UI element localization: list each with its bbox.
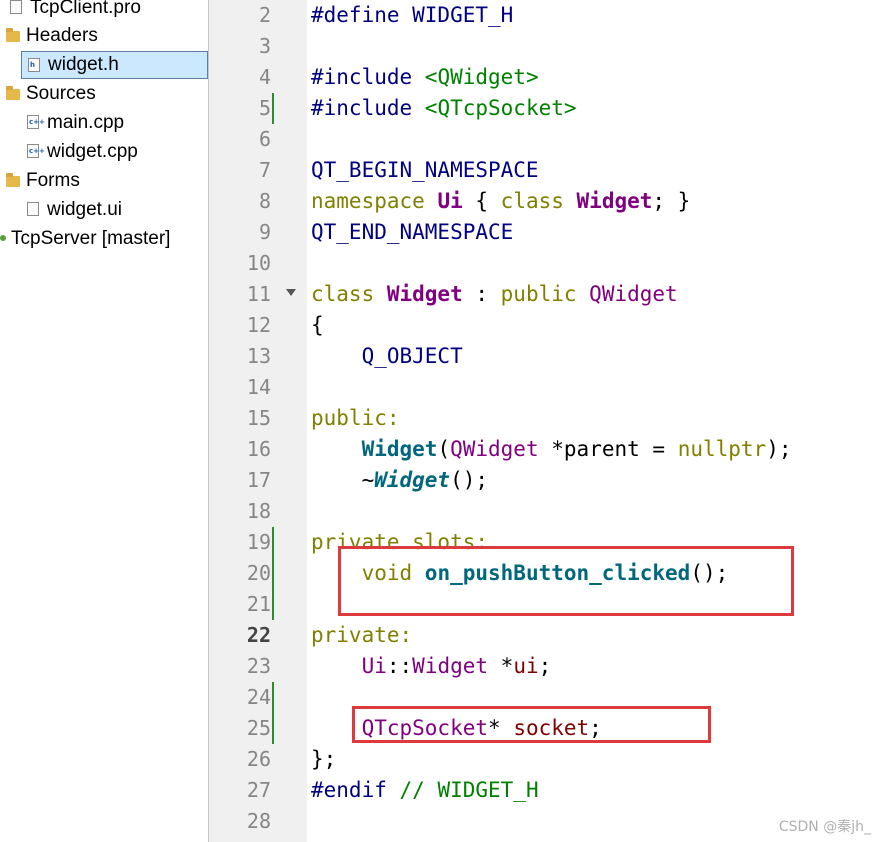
line-number: 21 xyxy=(246,592,271,616)
line-number: 15 xyxy=(246,406,271,430)
project-tree: TcpClient.pro Headers h widget.h Sources c++ m… xyxy=(0,0,209,842)
line-number: 20 xyxy=(246,561,271,585)
tree-item-label: Headers xyxy=(26,25,98,46)
line-number: 6 xyxy=(258,127,271,151)
line-number: 5 xyxy=(258,96,271,120)
line-number: 2 xyxy=(258,3,271,27)
line-number: 10 xyxy=(246,251,271,275)
code-line: ~Widget(); xyxy=(311,468,489,492)
code-line: #define WIDGET_H xyxy=(311,3,514,27)
fold-arrow-icon[interactable] xyxy=(286,289,296,296)
tree-item[interactable]: TcpServer [master] xyxy=(0,225,208,253)
project-icon xyxy=(0,235,6,241)
line-number: 12 xyxy=(246,313,271,337)
tree-item-label: TcpServer [master] xyxy=(11,228,171,249)
tree-item[interactable]: Forms xyxy=(0,167,208,195)
line-number: 16 xyxy=(246,437,271,461)
tree-item[interactable]: Sources xyxy=(0,80,208,108)
line-number: 18 xyxy=(246,499,271,523)
code-line: Q_OBJECT xyxy=(361,344,463,368)
code-line: class Widget : public QWidget xyxy=(311,282,678,306)
ui-file-icon xyxy=(27,202,39,216)
code-line: #include <QWidget> xyxy=(311,65,539,89)
header-file-icon: h xyxy=(28,58,40,72)
tree-item[interactable]: TcpClient.pro xyxy=(0,0,208,22)
watermark: CSDN @秦jh_ xyxy=(778,819,871,835)
line-number-gutter: 2 3 4 5 6 7 8 9 10 11 12 13 14 15 16 17 18 19 20 21 22 23 24 25… xyxy=(209,0,307,842)
line-number: 7 xyxy=(258,158,271,182)
tree-item-label: main.cpp xyxy=(47,112,125,133)
line-number: 8 xyxy=(258,189,271,213)
code-line: Ui::Widget *ui; xyxy=(361,654,552,678)
line-number: 22 xyxy=(246,623,271,647)
line-number: 23 xyxy=(246,654,271,678)
line-number: 11 xyxy=(246,282,271,306)
tree-item[interactable]: h widget.h xyxy=(21,51,208,79)
line-number: 28 xyxy=(246,809,271,833)
line-number: 25 xyxy=(246,716,271,740)
tree-item-label: TcpClient.pro xyxy=(30,0,141,18)
code-line: namespace Ui { class Widget; } xyxy=(311,189,691,213)
tree-item-label: Sources xyxy=(26,83,96,104)
code-line: }; xyxy=(311,747,337,771)
tree-item[interactable]: c++ main.cpp xyxy=(0,109,208,137)
line-number: 27 xyxy=(246,778,271,802)
modified-line-marker xyxy=(272,93,274,124)
code-line: QT_BEGIN_NAMESPACE xyxy=(311,158,539,182)
line-number: 13 xyxy=(246,344,271,368)
modified-line-marker xyxy=(272,682,274,744)
tree-item-label: widget.cpp xyxy=(47,141,138,162)
code-line: #endif // WIDGET_H xyxy=(311,778,539,802)
forms-folder-icon xyxy=(6,173,20,187)
tree-item[interactable]: Headers xyxy=(0,22,208,50)
code-line: #include <QTcpSocket> xyxy=(311,96,577,120)
tree-item-label: widget.ui xyxy=(47,199,122,220)
highlight-socket-member xyxy=(352,706,711,743)
code-line: { xyxy=(311,313,324,337)
code-line: Widget(QWidget *parent = nullptr); xyxy=(361,437,792,461)
tree-item[interactable]: widget.ui xyxy=(0,196,208,224)
tree-item-label: Forms xyxy=(26,170,80,191)
sources-folder-icon xyxy=(6,86,20,100)
headers-folder-icon xyxy=(6,28,20,42)
pro-file-icon xyxy=(10,0,22,14)
code-line: private: xyxy=(311,623,413,647)
line-number: 14 xyxy=(246,375,271,399)
line-number: 19 xyxy=(246,530,271,554)
cpp-file-icon: c++ xyxy=(27,115,45,129)
line-number: 9 xyxy=(258,220,271,244)
line-number: 17 xyxy=(246,468,271,492)
code-line: public: xyxy=(311,406,400,430)
line-number: 24 xyxy=(246,685,271,709)
tree-item[interactable]: c++ widget.cpp xyxy=(0,138,208,166)
line-number: 3 xyxy=(258,34,271,58)
cpp-file-icon: c++ xyxy=(27,144,45,158)
code-line: QT_END_NAMESPACE xyxy=(311,220,514,244)
modified-line-marker xyxy=(272,527,274,620)
line-number: 26 xyxy=(246,747,271,771)
tree-item-label: widget.h xyxy=(48,54,119,75)
highlight-slot-declaration xyxy=(338,546,794,616)
line-number: 4 xyxy=(258,65,271,89)
